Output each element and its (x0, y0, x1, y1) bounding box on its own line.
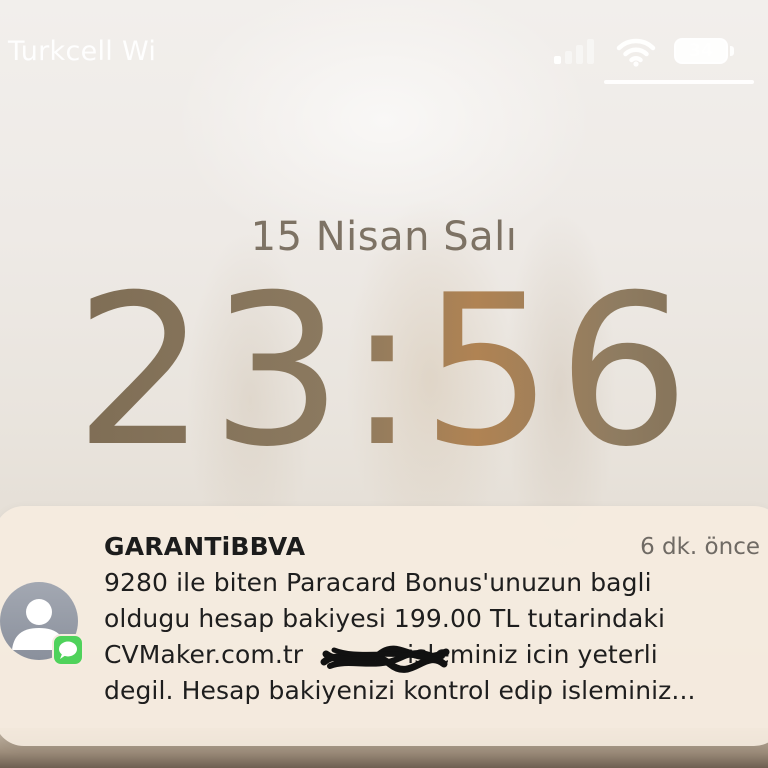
redaction-scribble (320, 645, 450, 673)
status-icons: 34 (554, 34, 754, 74)
notification-line: degil. Hesap bakiyenizi kontrol edip isl… (104, 676, 696, 705)
messages-icon (52, 634, 84, 666)
notification-sender: GARANTiBBVA (104, 532, 306, 561)
lock-time: 23:56 (0, 262, 768, 482)
notification-line: oldugu hesap bakiyesi 199.00 TL tutarind… (104, 604, 666, 633)
notification-time: 6 dk. önce (640, 534, 760, 560)
battery-cap (730, 46, 734, 56)
notification-line: 9280 ile biten Paracard Bonus'unuzun bag… (104, 568, 652, 597)
notification-text: CVMaker.com.tr (104, 640, 304, 669)
carrier-label: Turkcell Wi (8, 36, 157, 67)
cellular-signal-icon (554, 38, 604, 64)
battery-level: 34 (688, 40, 714, 61)
wifi-icon (616, 36, 656, 68)
control-center-indicator[interactable] (604, 80, 754, 84)
